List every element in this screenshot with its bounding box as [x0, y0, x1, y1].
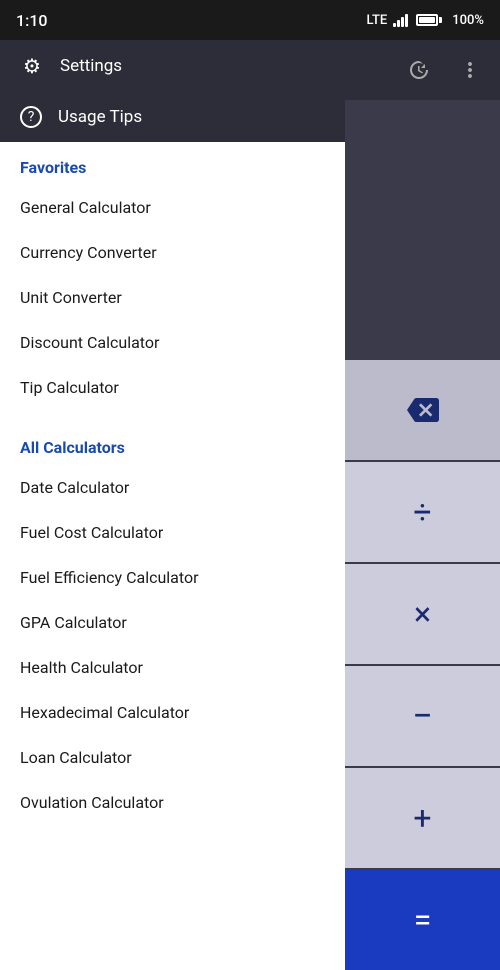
lte-label: LTE [367, 13, 388, 28]
nav-label-loan-calculator: Loan Calculator [20, 748, 132, 767]
status-icons: LTE 100% [367, 13, 484, 28]
multiply-button[interactable]: × [345, 564, 500, 664]
favorites-title: Favorites [20, 158, 86, 177]
nav-label-currency-converter: Currency Converter [20, 243, 157, 262]
right-toolbar [345, 40, 500, 100]
nav-label-health-calculator: Health Calculator [20, 658, 143, 677]
nav-label-general-calculator: General Calculator [20, 198, 151, 217]
usage-tips-item[interactable]: ? Usage Tips [0, 92, 345, 142]
settings-icon: ⚙ [20, 54, 44, 78]
nav-label-tip-calculator: Tip Calculator [20, 378, 119, 397]
settings-label: Settings [60, 56, 122, 76]
usage-tips-label: Usage Tips [58, 107, 142, 127]
status-bar: 1:10 LTE 100% [0, 0, 500, 40]
all-calculators-title: All Calculators [20, 438, 125, 457]
nav-item-fuel-cost-calculator[interactable]: Fuel Cost Calculator [0, 510, 345, 555]
more-options-button[interactable] [452, 52, 488, 88]
status-time: 1:10 [16, 11, 48, 30]
nav-item-hexadecimal-calculator[interactable]: Hexadecimal Calculator [0, 690, 345, 735]
nav-label-discount-calculator: Discount Calculator [20, 333, 159, 352]
nav-item-fuel-efficiency-calculator[interactable]: Fuel Efficiency Calculator [0, 555, 345, 600]
battery-icon [416, 14, 442, 26]
nav-item-gpa-calculator[interactable]: GPA Calculator [0, 600, 345, 645]
plus-button[interactable]: + [345, 768, 500, 868]
nav-label-fuel-cost-calculator: Fuel Cost Calculator [20, 523, 163, 542]
divide-button[interactable]: ÷ [345, 462, 500, 562]
nav-item-currency-converter[interactable]: Currency Converter [0, 230, 345, 275]
backspace-button[interactable] [345, 360, 500, 460]
nav-item-ovulation-calculator[interactable]: Ovulation Calculator [0, 780, 345, 825]
nav-label-hexadecimal-calculator: Hexadecimal Calculator [20, 703, 189, 722]
nav-label-ovulation-calculator: Ovulation Calculator [20, 793, 164, 812]
settings-item[interactable]: ⚙ Settings [0, 40, 345, 92]
minus-button[interactable]: − [345, 666, 500, 766]
calculator-background: ÷ × − + = [345, 40, 500, 970]
divide-symbol: ÷ [413, 493, 431, 531]
section-divider [0, 410, 345, 422]
equals-symbol: = [414, 901, 432, 939]
nav-label-gpa-calculator: GPA Calculator [20, 613, 127, 632]
nav-item-unit-converter[interactable]: Unit Converter [0, 275, 345, 320]
nav-item-date-calculator[interactable]: Date Calculator [0, 465, 345, 510]
nav-item-loan-calculator[interactable]: Loan Calculator [0, 735, 345, 780]
drawer-header: ⚙ Settings ? Usage Tips [0, 40, 345, 142]
calculator-buttons: ÷ × − + = [345, 360, 500, 970]
favorites-section-header: Favorites [0, 142, 345, 185]
equals-button[interactable]: = [345, 870, 500, 970]
signal-icon [393, 13, 408, 27]
history-button[interactable] [400, 52, 436, 88]
nav-label-date-calculator: Date Calculator [20, 478, 129, 497]
navigation-drawer: ⚙ Settings ? Usage Tips Favorites Genera… [0, 40, 345, 970]
help-icon: ? [20, 106, 42, 128]
nav-item-general-calculator[interactable]: General Calculator [0, 185, 345, 230]
drawer-content: Favorites General Calculator Currency Co… [0, 142, 345, 970]
main-area: ⚙ Settings ? Usage Tips Favorites Genera… [0, 40, 500, 970]
nav-label-unit-converter: Unit Converter [20, 288, 122, 307]
multiply-symbol: × [414, 595, 431, 633]
plus-symbol: + [413, 799, 431, 837]
nav-item-discount-calculator[interactable]: Discount Calculator [0, 320, 345, 365]
nav-label-fuel-efficiency-calculator: Fuel Efficiency Calculator [20, 568, 199, 587]
nav-item-health-calculator[interactable]: Health Calculator [0, 645, 345, 690]
nav-item-tip-calculator[interactable]: Tip Calculator [0, 365, 345, 410]
minus-symbol: − [412, 695, 433, 737]
battery-percent: 100% [452, 13, 484, 28]
all-calculators-section-header: All Calculators [0, 422, 345, 465]
